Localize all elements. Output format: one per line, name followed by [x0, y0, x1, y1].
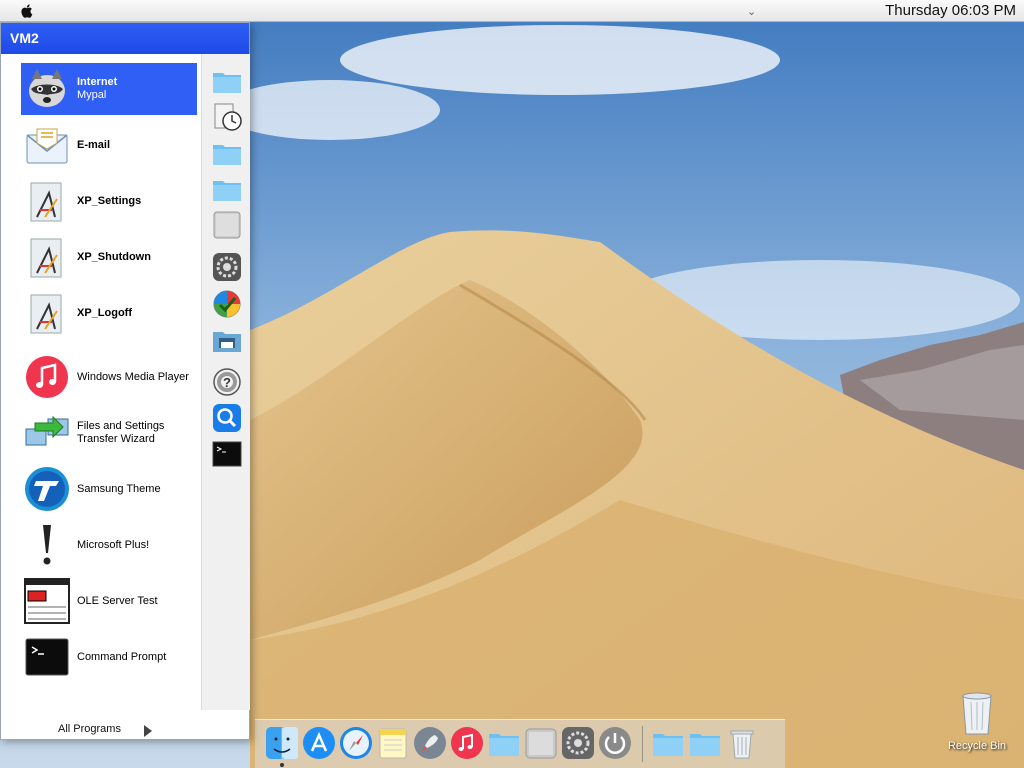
menu-item-title: Samsung Theme — [77, 482, 161, 495]
gear-icon[interactable] — [212, 252, 242, 282]
notes-icon[interactable] — [376, 726, 410, 760]
menu-item-ole-server-test[interactable]: OLE Server Test — [21, 575, 197, 627]
ole-test-icon — [24, 578, 70, 624]
start-menu-quick-column: ? — [201, 54, 250, 710]
samsung-theme-icon — [25, 467, 69, 511]
menu-item-transfer-wizard[interactable]: Files and Settings Transfer Wizard — [21, 407, 197, 459]
music-icon[interactable] — [450, 726, 484, 760]
menu-item-title: XP_Settings — [77, 194, 142, 207]
exclamation-icon — [43, 525, 51, 565]
terminal-icon[interactable] — [212, 439, 242, 469]
menu-item-title: Windows Media Player — [77, 370, 189, 383]
power-icon[interactable] — [598, 726, 632, 760]
folder-icon[interactable] — [212, 66, 242, 96]
menu-item-title: XP_Shutdown — [77, 250, 151, 263]
printer-icon[interactable] — [212, 325, 242, 355]
folder-icon[interactable] — [487, 726, 521, 760]
folder-icon[interactable] — [212, 174, 242, 204]
menu-item-title: E-mail — [77, 138, 111, 151]
menu-item-title: Command Prompt — [77, 650, 167, 663]
app-script-icon — [30, 238, 62, 278]
mail-envelope-icon — [26, 128, 68, 164]
running-indicator — [280, 763, 284, 767]
all-programs-label[interactable]: All Programs — [58, 723, 121, 735]
menu-item-xp-settings[interactable]: XP_Settings — [21, 175, 197, 227]
folder-icon[interactable] — [651, 726, 685, 760]
launchpad-icon[interactable] — [413, 726, 447, 760]
menu-item-title: Internet — [77, 76, 118, 88]
terminal-icon — [25, 638, 69, 676]
menu-item-title: Files and Settings Transfer Wizard — [77, 420, 165, 445]
dock-separator — [642, 726, 643, 762]
app-store-icon[interactable] — [302, 726, 336, 760]
menu-item-samsung-theme[interactable]: Samsung Theme — [21, 463, 197, 515]
transfer-wizard-icon — [25, 415, 69, 446]
menu-item-email[interactable]: E-mail — [21, 119, 197, 171]
help-icon[interactable]: ? — [212, 367, 242, 397]
music-note-icon — [26, 356, 68, 398]
recycle-bin-label: Recycle Bin — [947, 740, 1007, 752]
menu-item-command-prompt[interactable]: Command Prompt — [21, 631, 197, 683]
clock-doc-icon[interactable] — [212, 102, 242, 132]
menu-item-xp-logoff[interactable]: XP_Logoff — [21, 287, 197, 339]
apple-logo-icon[interactable] — [18, 2, 36, 20]
menu-item-title: Microsoft Plus! — [77, 538, 150, 551]
app-script-icon — [30, 294, 62, 334]
app-script-icon — [30, 182, 62, 222]
menu-item-windows-media-player[interactable]: Windows Media Player — [21, 351, 197, 403]
finder-icon[interactable] — [265, 726, 299, 760]
play-arrow-icon[interactable] — [144, 725, 152, 737]
folder-icon[interactable] — [212, 138, 242, 168]
menu-item-subtitle: Mypal — [77, 89, 107, 101]
trash-icon[interactable] — [725, 726, 759, 760]
menu-item-microsoft-plus[interactable]: Microsoft Plus! — [21, 519, 197, 571]
dock — [255, 719, 785, 768]
chevron-down-icon[interactable]: ⌄ — [747, 5, 756, 18]
trash-icon — [962, 692, 992, 735]
safari-icon[interactable] — [339, 726, 373, 760]
gear-icon[interactable] — [561, 726, 595, 760]
drive-icon[interactable] — [524, 726, 558, 760]
menu-item-title: OLE Server Test — [77, 594, 158, 607]
search-icon[interactable] — [212, 403, 242, 433]
menu-item-xp-shutdown[interactable]: XP_Shutdown — [21, 231, 197, 283]
start-menu-header: VM2 — [1, 23, 249, 54]
start-menu: VM2 Internet Mypal E-mail XP_Settings XP… — [0, 22, 250, 740]
menu-clock[interactable]: Thursday 06:03 PM — [885, 2, 1016, 19]
menu-item-title: XP_Logoff — [77, 306, 132, 319]
folder-icon[interactable] — [688, 726, 722, 760]
raccoon-browser-icon — [29, 69, 65, 107]
drive-icon[interactable] — [212, 210, 242, 240]
recycle-bin[interactable]: Recycle Bin — [942, 688, 1012, 758]
start-menu-programs: Internet Mypal E-mail XP_Settings XP_Shu… — [11, 54, 201, 741]
top-menu-bar: ⌄ Thursday 06:03 PM — [0, 0, 1024, 22]
svg-text:?: ? — [223, 375, 231, 390]
menu-item-internet[interactable]: Internet Mypal — [21, 63, 197, 115]
color-wheel-icon[interactable] — [212, 289, 242, 319]
